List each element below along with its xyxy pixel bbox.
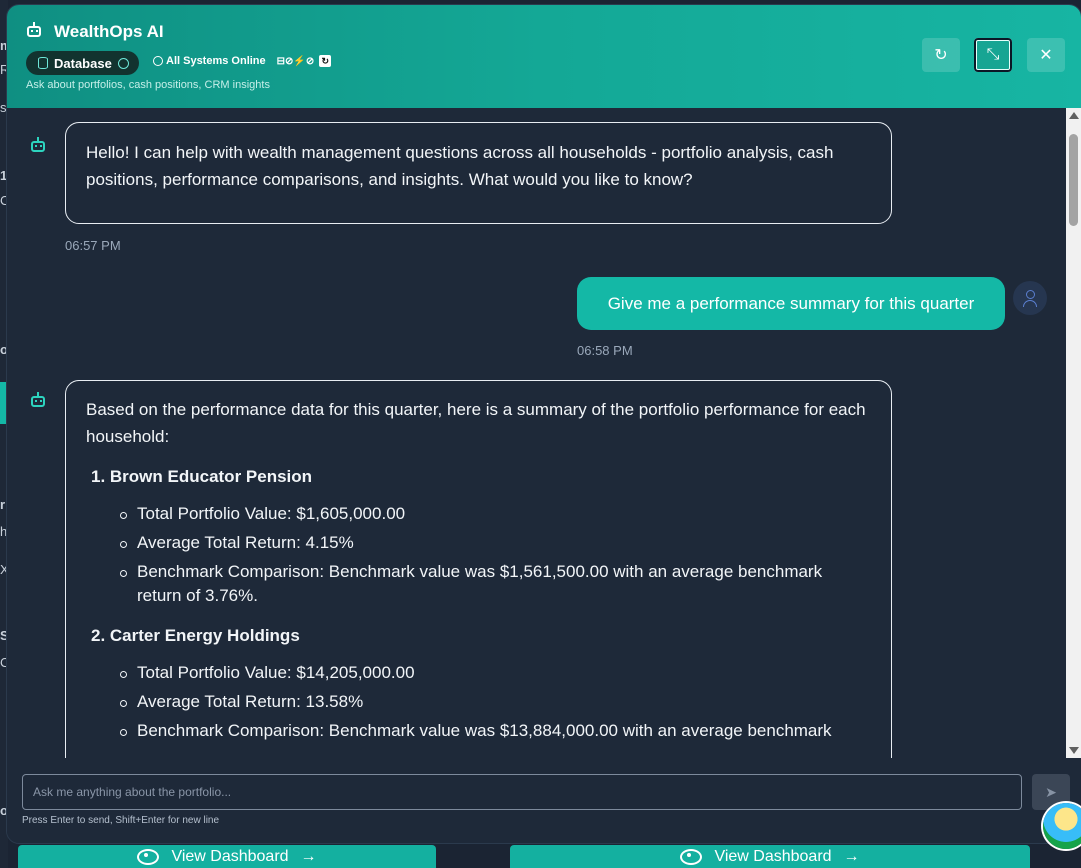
scroll-down-icon[interactable] (1069, 747, 1079, 754)
bg-text: R (0, 62, 7, 77)
bg-text: m (0, 38, 7, 53)
arrow-right-icon: → (300, 847, 317, 865)
view-dashboard-button[interactable]: View Dashboard → (18, 845, 436, 868)
message-intro: Based on the performance data for this q… (86, 400, 866, 446)
status-text: All Systems Online (166, 55, 266, 67)
view-dashboard-label: View Dashboard (714, 847, 832, 865)
eye-icon (137, 848, 160, 865)
message-text: Hello! I can help with wealth management… (86, 143, 834, 189)
household-details: Total Portfolio Value: $14,205,000.00 Av… (86, 661, 871, 743)
refresh-icon: ↻ (934, 47, 948, 64)
chat-header: WealthOps AI Database All Systems Online… (7, 5, 1081, 108)
composer: ➤ Press Enter to send, Shift+Enter for n… (7, 758, 1081, 843)
bg-text: s (0, 100, 7, 115)
message-timestamp: 06:58 PM (577, 343, 633, 358)
view-dashboard-label: View Dashboard (171, 847, 289, 865)
bg-text: o (0, 803, 7, 818)
message-scrollbar[interactable] (1066, 108, 1081, 758)
message-list[interactable]: Hello! I can help with wealth management… (7, 108, 1066, 758)
database-icon (38, 57, 48, 69)
user-avatar-icon (1013, 281, 1047, 315)
system-status: All Systems Online ⊟⊘⚡⊘ ↻ (153, 55, 332, 67)
chat-panel: WealthOps AI Database All Systems Online… (7, 5, 1081, 843)
chat-title: WealthOps AI (54, 22, 164, 41)
assistant-message: Based on the performance data for this q… (65, 380, 892, 758)
bg-text: X (0, 562, 7, 577)
assistant-avatar-icon (31, 137, 45, 152)
arrow-right-icon: → (843, 847, 860, 865)
beach-avatar-icon[interactable] (1043, 803, 1081, 849)
bg-text: h (0, 524, 7, 539)
household-heading: 2. Carter Energy Holdings (91, 626, 300, 645)
minimize-button[interactable]: ⤡ (974, 38, 1012, 72)
reset-chat-button[interactable]: ↻ (922, 38, 960, 72)
bg-text: o (0, 342, 7, 357)
database-label: Database (54, 55, 112, 71)
message-timestamp: 06:57 PM (65, 238, 121, 253)
background-active-item (0, 382, 7, 424)
user-message: Give me a performance summary for this q… (577, 277, 1005, 330)
check-circle-icon (117, 57, 129, 69)
detail-item: Benchmark Comparison: Benchmark value wa… (120, 719, 871, 743)
chat-subtitle: Ask about portfolios, cash positions, CR… (26, 79, 270, 91)
bg-text: C (0, 655, 7, 670)
assistant-avatar-icon (31, 392, 45, 407)
input-hint: Press Enter to send, Shift+Enter for new… (22, 815, 220, 826)
bg-text: r (0, 497, 6, 512)
bot-icon (27, 22, 41, 37)
status-tools-icons: ⊟⊘⚡⊘ (276, 55, 315, 67)
check-circle-icon (153, 56, 163, 66)
close-icon: ✕ (1039, 47, 1053, 64)
send-icon: ➤ (1045, 783, 1057, 800)
household-details: Total Portfolio Value: $1,605,000.00 Ave… (86, 502, 871, 608)
bg-text: S (0, 628, 7, 643)
eye-icon (680, 848, 703, 865)
message-text: Give me a performance summary for this q… (607, 293, 975, 313)
detail-item: Average Total Return: 4.15% (120, 531, 871, 555)
detail-item: Average Total Return: 13.58% (120, 690, 871, 714)
scroll-up-icon[interactable] (1069, 112, 1079, 119)
bg-text: 1 (0, 168, 7, 183)
detail-item: Total Portfolio Value: $14,205,000.00 (120, 661, 871, 685)
scroll-thumb[interactable] (1069, 134, 1078, 226)
household-heading: 1. Brown Educator Pension (91, 467, 313, 486)
view-dashboard-button[interactable]: View Dashboard → (510, 845, 1030, 868)
close-button[interactable]: ✕ (1027, 38, 1065, 72)
refresh-status-icon[interactable]: ↻ (319, 55, 332, 67)
assistant-message: Hello! I can help with wealth management… (65, 122, 892, 224)
bg-text: C (0, 193, 7, 208)
database-source-selector[interactable]: Database (26, 51, 139, 75)
detail-item: Total Portfolio Value: $1,605,000.00 (120, 502, 871, 526)
chat-input[interactable] (22, 774, 1022, 810)
detail-item: Benchmark Comparison: Benchmark value wa… (120, 560, 871, 608)
minimize-icon: ⤡ (986, 46, 1000, 63)
